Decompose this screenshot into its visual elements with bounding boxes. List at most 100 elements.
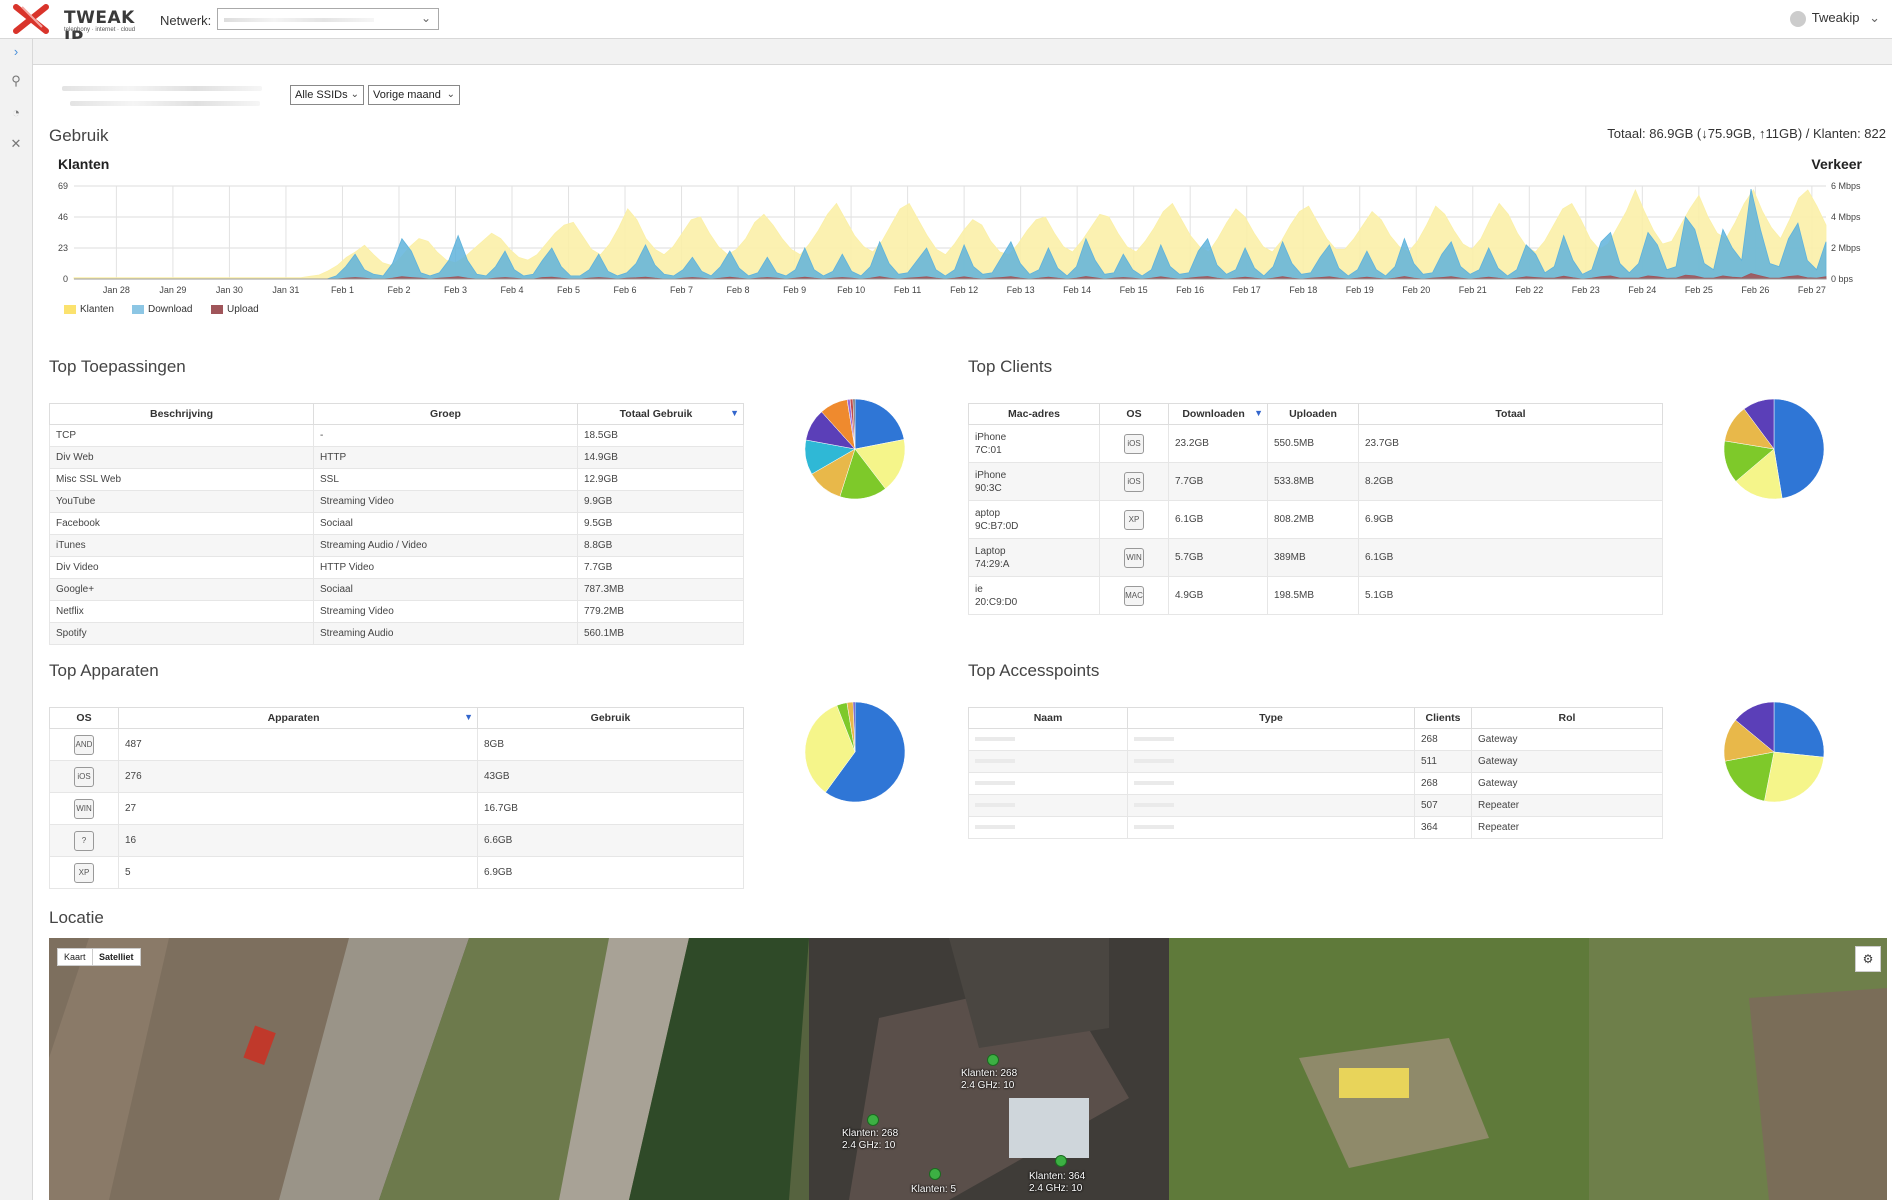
x-tick-label: Feb 19 <box>1346 285 1374 295</box>
app-name: Facebook <box>49 512 314 535</box>
left-axis-label: Klanten <box>58 156 110 172</box>
top-clients-title: Top Clients <box>968 357 1053 376</box>
map-marker-label: Klanten: 5 <box>911 1184 957 1195</box>
col-downloaden[interactable]: Downloaden ▼ <box>1168 403 1268 425</box>
client-total: 23.7GB <box>1358 424 1663 463</box>
table-row[interactable]: 364 Repeater <box>968 816 1663 839</box>
table-row[interactable]: iPhone 90:3C iOS 7.7GB 533.8MB 8.2GB <box>968 462 1663 501</box>
col-rol[interactable]: Rol <box>1471 707 1663 729</box>
col-mac-adres[interactable]: Mac-adres <box>968 403 1100 425</box>
table-row[interactable]: TCP -18.5GB <box>49 424 744 447</box>
table-row[interactable]: ie 20:C9:D0 MAC 4.9GB 198.5MB 5.1GB <box>968 576 1663 615</box>
map-type-kaart-button[interactable]: Kaart <box>57 948 93 966</box>
app-group: HTTP <box>313 446 578 469</box>
period-filter-select[interactable]: Vorige maand ⌄ <box>368 85 460 105</box>
app-usage: 14.9GB <box>577 446 744 469</box>
satellite-map[interactable]: Kaart Satelliet ⚙ Klanten: 268 2.4 GHz: … <box>49 938 1887 1200</box>
col-apparaten[interactable]: Apparaten ▼ <box>118 707 478 729</box>
col-totaal[interactable]: Totaal <box>1358 403 1663 425</box>
ap-name-redacted <box>975 825 1015 830</box>
map-marker-ap[interactable] <box>1055 1155 1067 1167</box>
client-mac-address: 74:29:A <box>975 558 1010 570</box>
sort-desc-icon: ▼ <box>730 408 739 418</box>
col-totaal-gebruik[interactable]: Totaal Gebruik ▼ <box>577 403 744 425</box>
accesspoints-pie-slice[interactable] <box>1764 751 1825 803</box>
table-row[interactable]: Div Video HTTP Video 7.7GB <box>49 556 744 579</box>
network-select[interactable]: ⌄ <box>217 8 439 30</box>
table-row[interactable]: iTunes Streaming Audio / Video 8.8GB <box>49 534 744 557</box>
table-row[interactable]: aptop 9C:B7:0D XP 6.1GB 808.2MB 6.9GB <box>968 500 1663 539</box>
col-type[interactable]: Type <box>1127 707 1415 729</box>
tweakip-logo[interactable]: TWEAK IP telephony · internet · cloud <box>12 3 152 48</box>
table-row[interactable]: ? 16 6.6GB <box>49 824 744 857</box>
table-row[interactable]: Spotify Streaming Audio 560.1MB <box>49 622 744 645</box>
period-filter-value: Vorige maand <box>373 89 441 101</box>
app-usage: 779.2MB <box>577 600 744 623</box>
device-count: 276 <box>118 760 478 793</box>
map-marker-ap[interactable] <box>929 1168 941 1180</box>
table-row[interactable]: AND 487 8GB <box>49 728 744 761</box>
client-total: 8.2GB <box>1358 462 1663 501</box>
top-accesspoints-title: Top Accesspoints <box>968 661 1100 680</box>
device-os: iOS <box>49 760 119 793</box>
table-row[interactable]: 511 Gateway <box>968 750 1663 773</box>
ap-name <box>968 728 1128 751</box>
table-row[interactable]: 268 Gateway <box>968 772 1663 795</box>
accesspoints-pie-slice[interactable] <box>1773 701 1825 758</box>
expand-chevron-icon[interactable]: › <box>8 44 24 60</box>
ap-type <box>1127 794 1415 817</box>
ap-type <box>1127 750 1415 773</box>
table-row[interactable]: YouTube Streaming Video 9.9GB <box>49 490 744 513</box>
ssid-filter-select[interactable]: Alle SSIDs ⌄ <box>290 85 364 105</box>
map-marker-ap[interactable] <box>867 1114 879 1126</box>
ap-role: Gateway <box>1471 772 1663 795</box>
legend-download[interactable]: Download <box>132 304 192 315</box>
col-downloaden-label: Downloaden <box>1182 408 1245 420</box>
map-type-satelliet-button[interactable]: Satelliet <box>92 948 141 966</box>
col-os[interactable]: OS <box>49 707 119 729</box>
col-groep[interactable]: Groep <box>313 403 578 425</box>
x-tick-label: Feb 27 <box>1798 285 1826 295</box>
legend-upload[interactable]: Upload <box>211 304 259 315</box>
table-row[interactable]: Facebook Sociaal 9.5GB <box>49 512 744 535</box>
table-row[interactable]: Misc SSL Web SSL 12.9GB <box>49 468 744 491</box>
col-naam[interactable]: Naam <box>968 707 1128 729</box>
map-marker-ap[interactable] <box>987 1054 999 1066</box>
table-row[interactable]: iPhone 7C:01 iOS 23.2GB 550.5MB 23.7GB <box>968 424 1663 463</box>
client-name: iPhone <box>975 469 1007 481</box>
ap-role: Repeater <box>1471 816 1663 839</box>
table-row[interactable]: Div Web HTTP 14.9GB <box>49 446 744 469</box>
x-tick-label: Feb 12 <box>950 285 978 295</box>
ap-clients: 268 <box>1414 728 1472 751</box>
app-group: SSL <box>313 468 578 491</box>
user-name: Tweakip <box>1811 10 1860 25</box>
table-row[interactable]: XP 5 6.9GB <box>49 856 744 889</box>
top-apps-title: Top Toepassingen <box>49 357 186 376</box>
table-row[interactable]: iOS 276 43GB <box>49 760 744 793</box>
tools-icon[interactable]: ✕ <box>8 136 24 152</box>
table-row[interactable]: Netflix Streaming Video 779.2MB <box>49 600 744 623</box>
app-usage: 18.5GB <box>577 424 744 447</box>
col-os[interactable]: OS <box>1099 403 1169 425</box>
chevron-down-icon: ⌄ <box>1869 10 1880 25</box>
ap-name <box>968 750 1128 773</box>
table-row[interactable]: 268 Gateway <box>968 728 1663 751</box>
clients-pie-slice[interactable] <box>1773 398 1825 499</box>
user-menu[interactable]: Tweakip ⌄ <box>1789 10 1880 27</box>
dashboard-gauge-icon[interactable]: ◔ <box>8 105 24 121</box>
table-row[interactable]: 507 Repeater <box>968 794 1663 817</box>
map-settings-gear-icon[interactable]: ⚙ <box>1855 946 1881 972</box>
x-tick-label: Jan 31 <box>272 285 299 295</box>
col-beschrijving[interactable]: Beschrijving <box>49 403 314 425</box>
client-mac-address: 9C:B7:0D <box>975 520 1019 532</box>
legend-klanten[interactable]: Klanten <box>64 304 114 315</box>
col-uploaden[interactable]: Uploaden <box>1267 403 1359 425</box>
col-clients[interactable]: Clients <box>1414 707 1472 729</box>
table-row[interactable]: WIN 27 16.7GB <box>49 792 744 825</box>
ap-clients: 268 <box>1414 772 1472 795</box>
right-axis-label: Verkeer <box>1811 156 1862 172</box>
table-row[interactable]: Google+ Sociaal 787.3MB <box>49 578 744 601</box>
location-pin-icon[interactable]: ⚲ <box>8 73 24 89</box>
table-row[interactable]: Laptop 74:29:A WIN 5.7GB 389MB 6.1GB <box>968 538 1663 577</box>
col-gebruik[interactable]: Gebruik <box>477 707 744 729</box>
